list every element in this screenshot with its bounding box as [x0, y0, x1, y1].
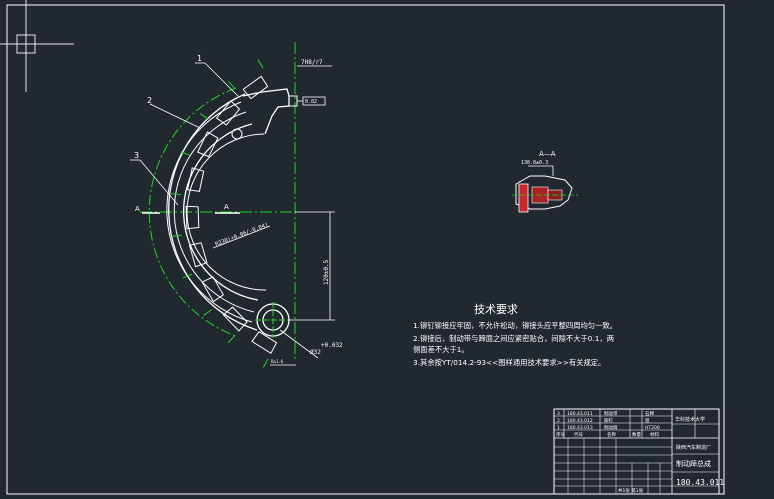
dim-top-tolerance: 7H8/r7 [301, 59, 323, 66]
svg-text:1: 1 [557, 425, 560, 431]
dim-bottom-tol: +0.032 [321, 342, 343, 349]
callout-1: 1 [197, 54, 202, 63]
callout-3: 3 [134, 151, 139, 160]
radial-tick-8 [199, 113, 209, 120]
company-name: 陕西汽车制造厂 [676, 444, 711, 451]
tech-req-item-1: 1.铆钉铆接应牢固，不允许松动，铆接头应平整四周均匀一致。 [413, 321, 617, 330]
dim-radius: R230(+0.06/-0.04) [215, 222, 270, 248]
top-lug [242, 88, 290, 135]
svg-text:代号: 代号 [574, 431, 583, 438]
sheet-count: 共1张 第1张 [618, 487, 644, 494]
svg-text:制动带: 制动带 [604, 410, 618, 417]
bom-header: 序号 代号 名称 数量 材料 [556, 431, 659, 438]
svg-text:180.43.011: 180.43.011 [567, 411, 593, 417]
svg-text:180.43.012: 180.43.012 [567, 418, 593, 424]
svg-text:材料: 材料 [650, 431, 659, 438]
section-view-title: A—A [539, 150, 556, 158]
dim-bottom-small: Ra1.6 [271, 359, 284, 364]
cad-drawing-canvas[interactable]: 1 2 3 A A 7H8/r7 0.02 120±0.5 R230(+0.06… [0, 0, 774, 499]
technical-requirements: 技术要求 1.铆钉铆接应牢固，不允许松动，铆接头应平整四周均匀一致。 2.铆接后… [413, 303, 617, 367]
radial-tick-5 [171, 234, 182, 237]
top-lug-pin [289, 95, 298, 107]
radial-tick-10 [257, 59, 264, 69]
dim-bottom-dia: Ø32 [310, 349, 321, 356]
section-label-left: A [135, 205, 140, 213]
brake-shoe-view [140, 42, 300, 368]
svg-text:HT200: HT200 [645, 425, 660, 431]
svg-text:铆钉: 铆钉 [604, 417, 613, 424]
tech-req-item-4: 3.其余按YT/014.2-93<<图样通用技术要求>>有关规定。 [413, 358, 605, 367]
rivet-hole [231, 128, 243, 140]
svg-text:数量: 数量 [632, 431, 641, 438]
radial-tick-3 [203, 309, 212, 316]
crosshair-cursor [0, 0, 74, 92]
tech-req-item-2: 2.铆接后，制动带与蹄面之间应紧密贴合，间隙不大于0.1，两 [413, 334, 614, 343]
dim-top-box: 0.02 [305, 99, 317, 105]
part-name: 制动蹄总成 [676, 459, 711, 468]
tech-req-title: 技术要求 [474, 303, 518, 316]
radial-tick-1 [262, 358, 269, 368]
tech-req-item-3: 侧面差不大于1。 [413, 345, 469, 354]
drawing-number: 180.43.011 [676, 478, 724, 487]
svg-text:制动蹄: 制动蹄 [604, 424, 618, 431]
svg-text:3: 3 [557, 411, 560, 417]
svg-text:2: 2 [557, 418, 560, 424]
dim-section: 130.8±0.3 [521, 160, 548, 166]
bom-row-3: 1 180.43.013 制动蹄 HT200 [557, 424, 660, 431]
rib-window-4 [188, 242, 208, 268]
section-label-right: A [224, 203, 229, 211]
radial-tick-2 [227, 335, 236, 344]
svg-text:石棉: 石棉 [645, 410, 654, 417]
dim-vertical: 120±0.5 [323, 259, 330, 285]
drawing-frame [6, 4, 725, 495]
svg-text:序号: 序号 [556, 431, 565, 438]
callout-2: 2 [147, 96, 152, 105]
svg-text:180.43.013: 180.43.013 [567, 425, 593, 431]
lining-section [518, 183, 529, 213]
part-callouts: 1 2 3 [130, 54, 239, 206]
rib-window-2 [222, 306, 248, 332]
radial-tick-6 [170, 193, 181, 196]
school-name: 华科技术大学 [675, 416, 705, 423]
svg-text:名称: 名称 [607, 431, 616, 438]
svg-text:铝: 铝 [645, 417, 650, 424]
rib-window-6 [187, 167, 205, 192]
section-view-aa: A—A 130.8±0.3 [512, 150, 578, 213]
title-block: 3 180.43.011 制动带 石棉 2 180.43.012 铆钉 铝 1 … [553, 408, 724, 495]
